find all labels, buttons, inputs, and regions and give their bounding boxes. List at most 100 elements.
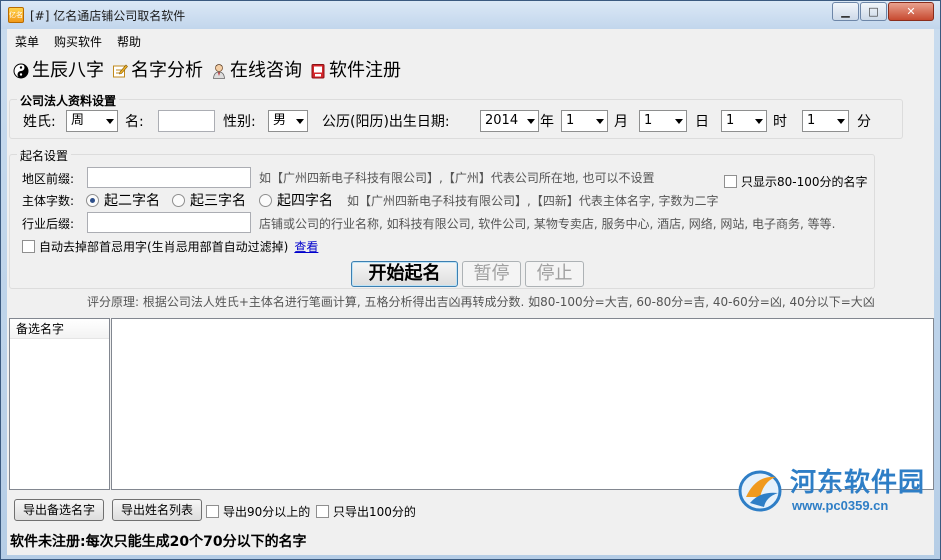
day-select[interactable]: 1 — [639, 110, 687, 132]
radio-icon — [259, 193, 272, 207]
only-high-score-checkbox[interactable]: 只显示80-100分的名字 — [724, 173, 868, 190]
dropdown-arrow-icon — [527, 119, 535, 124]
toolbar: 生辰八字 名字分析 在线咨询 软件注册 — [7, 57, 403, 85]
start-naming-button[interactable]: 开始起名 — [351, 261, 458, 287]
person-icon — [211, 63, 227, 79]
candidate-names-list[interactable]: 备选名字 — [9, 318, 110, 490]
export-names-button[interactable]: 导出姓名列表 — [112, 499, 203, 521]
industry-suffix-input[interactable] — [87, 212, 251, 233]
watermark-name: 河东软件园 — [790, 467, 926, 498]
gender-label: 性别: — [223, 114, 256, 130]
given-name-input[interactable] — [158, 110, 215, 132]
watermark-url: www.pc0359.cn — [792, 497, 889, 513]
main-window: 亿名 [#] 亿名通店铺公司取名软件 ▁ □ ✕ 菜单 购买软件 帮助 生辰八字 — [0, 0, 941, 560]
chars-hint: 如【广州四新电子科技有限公司】,【四新】代表主体名字, 字数为二字 — [347, 194, 719, 208]
month-select[interactable]: 1 — [561, 110, 608, 132]
surname-select[interactable]: 周 — [66, 110, 118, 132]
hour-select[interactable]: 1 — [721, 110, 767, 132]
watermark: 河东软件园 www.pc0359.cn — [734, 467, 925, 513]
tool-label: 名字分析 — [131, 60, 203, 81]
dropdown-arrow-icon — [755, 119, 763, 124]
gender-select[interactable]: 男 — [268, 110, 308, 132]
title-bar[interactable]: 亿名 [#] 亿名通店铺公司取名软件 ▁ □ ✕ — [1, 1, 940, 29]
checkbox-label: 只显示80-100分的名字 — [741, 175, 868, 189]
group-title: 公司法人资料设置 — [17, 92, 120, 109]
year-unit: 年 — [540, 114, 554, 130]
watermark-logo-icon — [734, 467, 786, 513]
tool-label: 在线咨询 — [230, 60, 302, 81]
candidate-list-header: 备选名字 — [10, 319, 109, 339]
window-controls: ▁ □ ✕ — [831, 2, 934, 21]
score-principle-note: 评分原理: 根据公司法人姓氏+主体名进行笔画计算, 五格分析得出吉凶再转成分数.… — [87, 295, 875, 309]
menu-item-buy[interactable]: 购买软件 — [47, 32, 109, 52]
view-link[interactable]: 查看 — [294, 238, 318, 255]
app-icon: 亿名 — [8, 7, 24, 23]
month-value: 1 — [566, 113, 575, 128]
surname-label: 姓氏: — [23, 114, 56, 130]
tool-label: 软件注册 — [329, 60, 401, 81]
day-unit: 日 — [695, 114, 709, 130]
dropdown-arrow-icon — [675, 119, 683, 124]
export-candidates-button[interactable]: 导出备选名字 — [14, 499, 105, 521]
minimize-button[interactable]: ▁ — [832, 2, 859, 21]
yin-yang-icon — [13, 63, 29, 79]
person-info-group: 公司法人资料设置 姓氏: 周 名: 性别: 男 公历(阳历)出生日期: 2014… — [9, 92, 903, 139]
dropdown-arrow-icon — [106, 119, 114, 124]
radio-label: 起四字名 — [277, 193, 333, 209]
close-button[interactable]: ✕ — [888, 2, 934, 21]
menu-item-help[interactable]: 帮助 — [110, 32, 148, 52]
menu-bar: 菜单 购买软件 帮助 — [7, 32, 148, 52]
minute-select[interactable]: 1 — [802, 110, 849, 132]
checkbox-icon — [206, 505, 219, 518]
checkbox-icon — [724, 175, 737, 188]
menu-item-menu[interactable]: 菜单 — [8, 32, 46, 52]
dropdown-arrow-icon — [296, 119, 304, 124]
radio-icon — [172, 193, 185, 207]
pause-button[interactable]: 暂停 — [462, 261, 521, 287]
region-prefix-input[interactable] — [87, 167, 251, 188]
gender-value: 男 — [273, 113, 287, 128]
checkbox-label: 只导出100分的 — [333, 505, 416, 519]
region-hint: 如【广州四新电子科技有限公司】,【广州】代表公司所在地, 也可以不设置 — [259, 171, 655, 185]
radio-four-chars[interactable]: 起四字名 — [259, 190, 333, 210]
results-panel[interactable] — [111, 318, 934, 490]
hour-unit: 时 — [773, 114, 787, 130]
year-select[interactable]: 2014 — [480, 110, 539, 132]
tool-online-consult[interactable]: 在线咨询 — [211, 60, 302, 82]
auto-filter-checkbox[interactable]: 自动去掉部首忌用字(生肖忌用部首自动过滤掉) 查看 — [22, 238, 318, 255]
year-value: 2014 — [485, 113, 519, 128]
tool-name-analysis[interactable]: 名字分析 — [112, 60, 203, 82]
stop-button[interactable]: 停止 — [525, 261, 584, 287]
day-value: 1 — [644, 113, 653, 128]
checkbox-icon — [22, 240, 35, 253]
minute-unit: 分 — [857, 114, 871, 130]
dropdown-arrow-icon — [837, 119, 845, 124]
tool-register[interactable]: 软件注册 — [310, 60, 401, 82]
checkbox-label: 自动去掉部首忌用字(生肖忌用部首自动过滤掉) — [39, 240, 289, 254]
edit-icon — [112, 63, 128, 79]
tool-birth-chart[interactable]: 生辰八字 — [13, 60, 104, 82]
registration-status: 软件未注册:每次只能生成20个70分以下的名字 — [10, 534, 307, 550]
region-label: 地区前缀: — [22, 172, 75, 186]
export-100-checkbox[interactable]: 只导出100分的 — [316, 503, 416, 520]
tool-label: 生辰八字 — [32, 60, 104, 81]
export-90-checkbox[interactable]: 导出90分以上的 — [206, 503, 310, 520]
radio-label: 起二字名 — [104, 193, 160, 209]
industry-label: 行业后缀: — [22, 217, 75, 231]
window-title: [#] 亿名通店铺公司取名软件 — [30, 9, 186, 23]
group-title: 起名设置 — [17, 147, 72, 164]
register-icon — [310, 63, 326, 79]
surname-value: 周 — [71, 113, 85, 128]
radio-two-chars[interactable]: 起二字名 — [86, 190, 160, 210]
hour-value: 1 — [726, 113, 735, 128]
naming-settings-group: 起名设置 地区前缀: 如【广州四新电子科技有限公司】,【广州】代表公司所在地, … — [9, 147, 875, 289]
radio-three-chars[interactable]: 起三字名 — [172, 190, 246, 210]
chars-label: 主体字数: — [22, 194, 75, 208]
maximize-button[interactable]: □ — [860, 2, 887, 21]
checkbox-icon — [316, 505, 329, 518]
radio-selected-icon — [86, 193, 99, 207]
checkbox-label: 导出90分以上的 — [223, 505, 311, 519]
radio-label: 起三字名 — [190, 193, 246, 209]
birth-date-label: 公历(阳历)出生日期: — [322, 114, 450, 130]
name-label: 名: — [125, 114, 144, 130]
